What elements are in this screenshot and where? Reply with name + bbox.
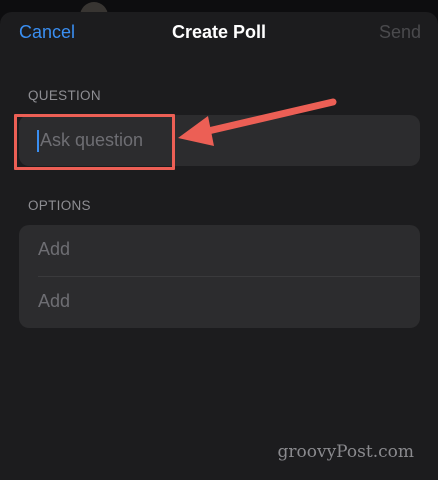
annotation-highlight-box <box>14 114 175 170</box>
navigation-bar: Cancel Create Poll Send <box>0 20 438 46</box>
send-button[interactable]: Send <box>379 22 421 43</box>
annotation-arrow-icon <box>178 98 337 146</box>
options-section-label: OPTIONS <box>28 198 91 213</box>
watermark: groovyPost.com <box>277 442 414 462</box>
option-input-2[interactable]: Add <box>38 276 420 327</box>
options-list: Add Add <box>19 225 420 328</box>
option-placeholder: Add <box>38 239 71 259</box>
option-input-1[interactable]: Add <box>19 225 420 276</box>
screen: Cancel Create Poll Send QUESTION Ask que… <box>0 0 438 480</box>
page-title: Create Poll <box>171 22 267 42</box>
option-placeholder: Add <box>38 291 71 311</box>
question-section-label: QUESTION <box>28 88 101 103</box>
